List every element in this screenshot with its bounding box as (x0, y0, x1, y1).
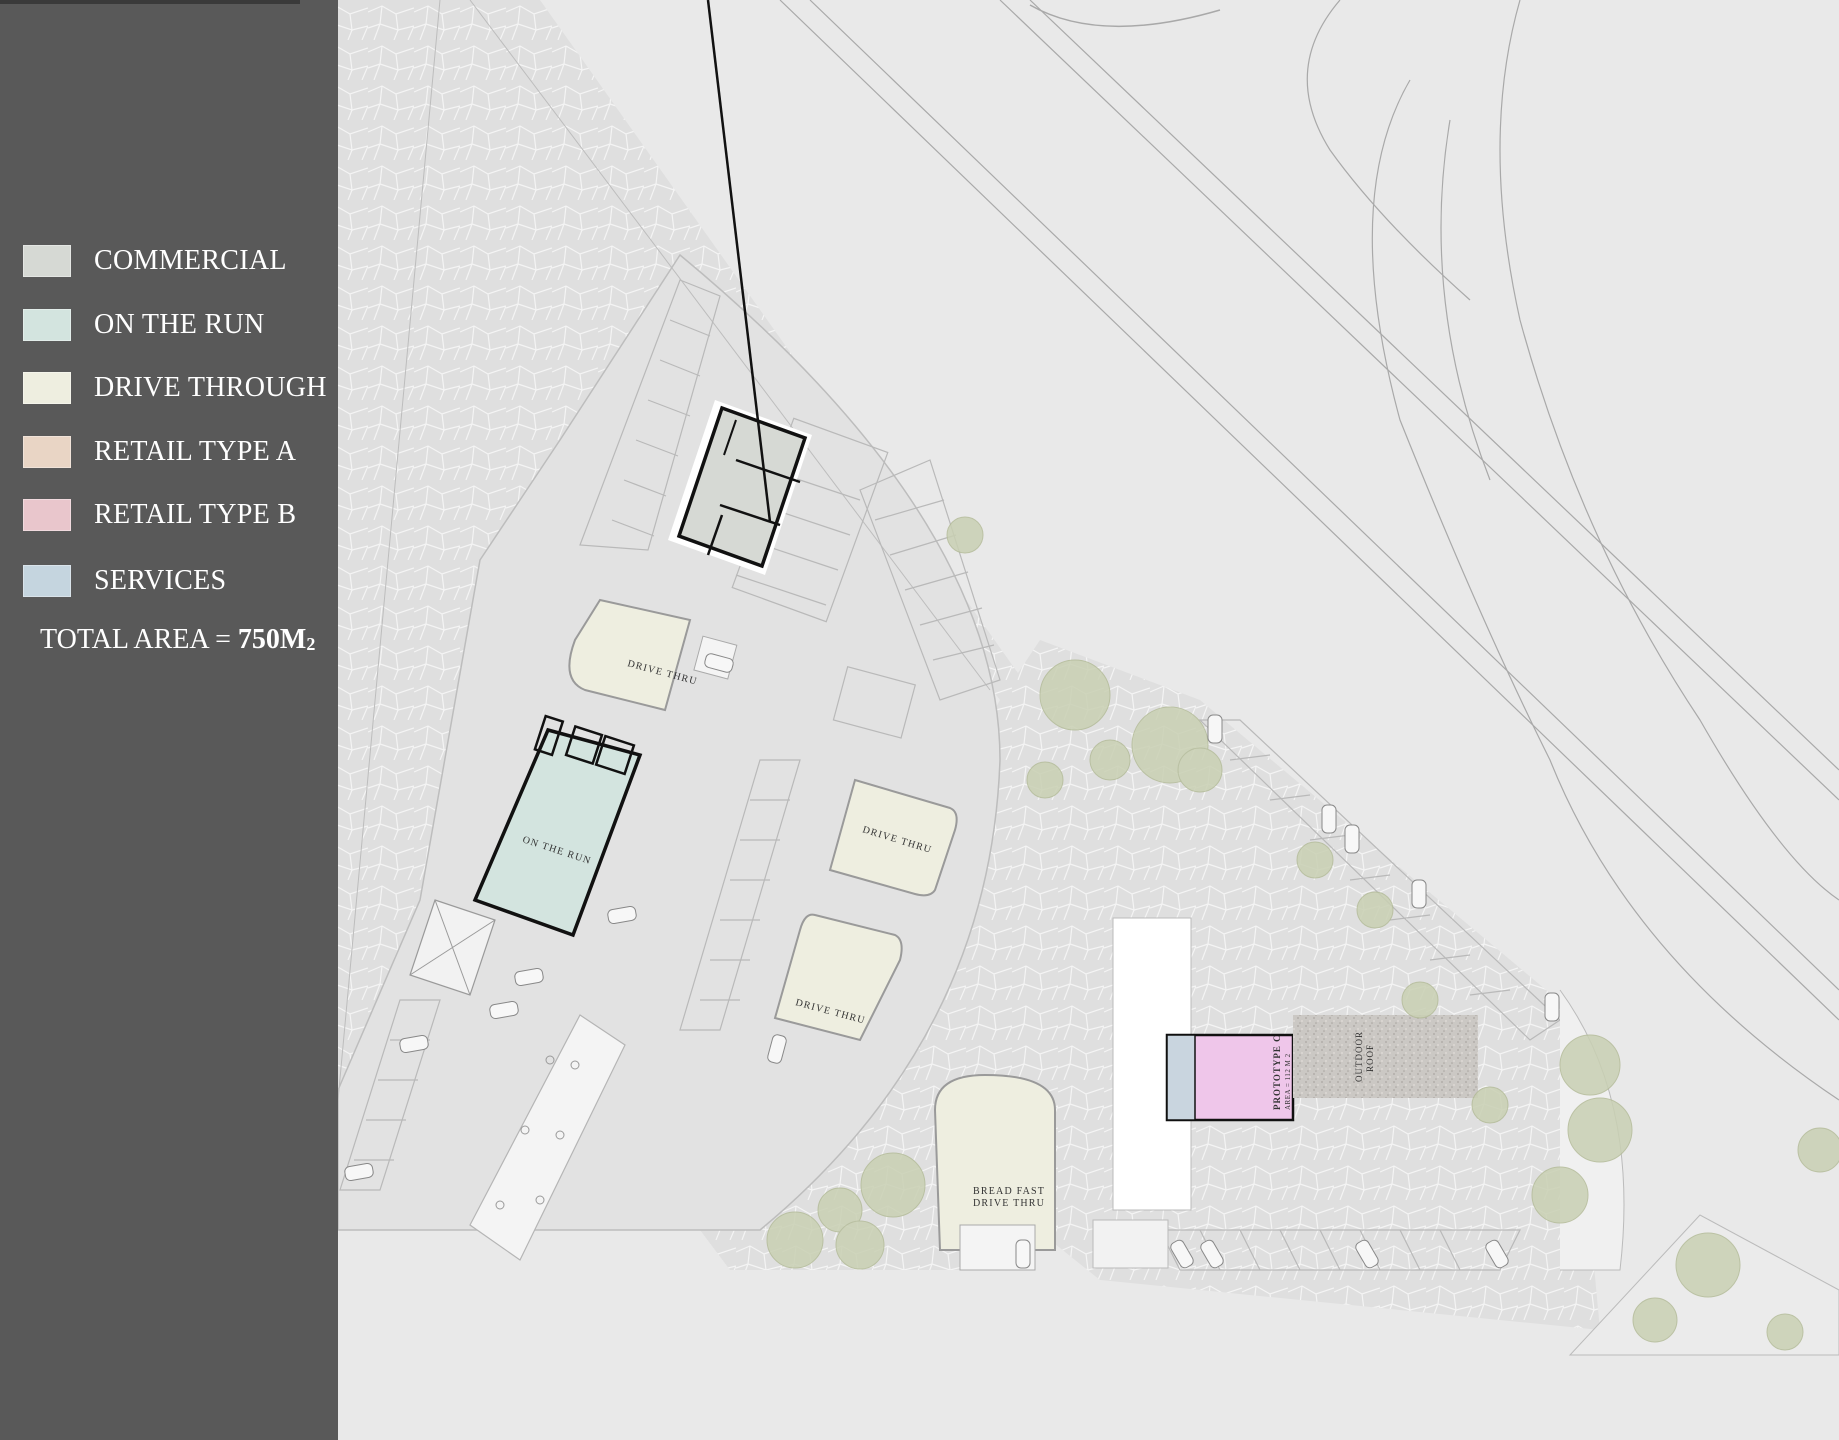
legend-item-drive-through: DRIVE THROUGH (23, 371, 327, 405)
legend-label-retail-type-b: RETAIL TYPE B (94, 499, 297, 530)
legend-panel: COMMERCIAL ON THE RUN DRIVE THROUGH RETA… (0, 0, 338, 1440)
total-area-unit: 2 (306, 634, 316, 654)
legend-swatch-retail-type-a (23, 436, 71, 468)
breakfast-label-line2: DRIVE THRU (973, 1198, 1045, 1209)
legend-item-commercial: COMMERCIAL (23, 244, 287, 278)
legend-label-on-the-run: ON THE RUN (94, 309, 265, 340)
outdoor-roof-line1: OUTDOOR (1354, 1031, 1364, 1082)
outdoor-roof-line2: ROOF (1365, 1044, 1375, 1072)
prototype-c-building: PROTOTYPE C AREA = 112 M 2 (1165, 1033, 1295, 1122)
legend-swatch-drive-through (23, 372, 71, 404)
total-area-value: 750M (237, 624, 307, 655)
legend-swatch-commercial (23, 245, 71, 277)
legend-swatch-on-the-run (23, 309, 71, 341)
breakfast-label-line1: BREAD FAST (973, 1186, 1045, 1197)
legend-swatch-services (23, 565, 71, 597)
prototype-c-area: AREA = 112 M 2 (1284, 1053, 1292, 1110)
legend-label-drive-through: DRIVE THROUGH (94, 372, 327, 403)
outdoor-roof: OUTDOOR ROOF (1293, 1015, 1478, 1098)
legend-item-retail-type-b: RETAIL TYPE B (23, 498, 296, 532)
total-area: TOTAL AREA = 750M2 (40, 624, 315, 656)
legend-item-services: SERVICES (23, 564, 226, 598)
legend-item-on-the-run: ON THE RUN (23, 308, 264, 342)
legend-item-retail-type-a: RETAIL TYPE A (23, 435, 296, 469)
legend-label-services: SERVICES (94, 565, 227, 596)
legend-label-commercial: COMMERCIAL (94, 245, 287, 276)
east-landscape-pad (1092, 1219, 1169, 1269)
legend-top-strip (0, 0, 300, 4)
legend-swatch-retail-type-b (23, 499, 71, 531)
breakfast-drive-thru-building: BREAD FAST DRIVE THRU (933, 1073, 1056, 1271)
legend-label-retail-type-a: RETAIL TYPE A (94, 436, 297, 467)
total-area-label: TOTAL AREA = (40, 624, 238, 655)
prototype-c-title: PROTOTYPE C (1272, 1034, 1282, 1110)
